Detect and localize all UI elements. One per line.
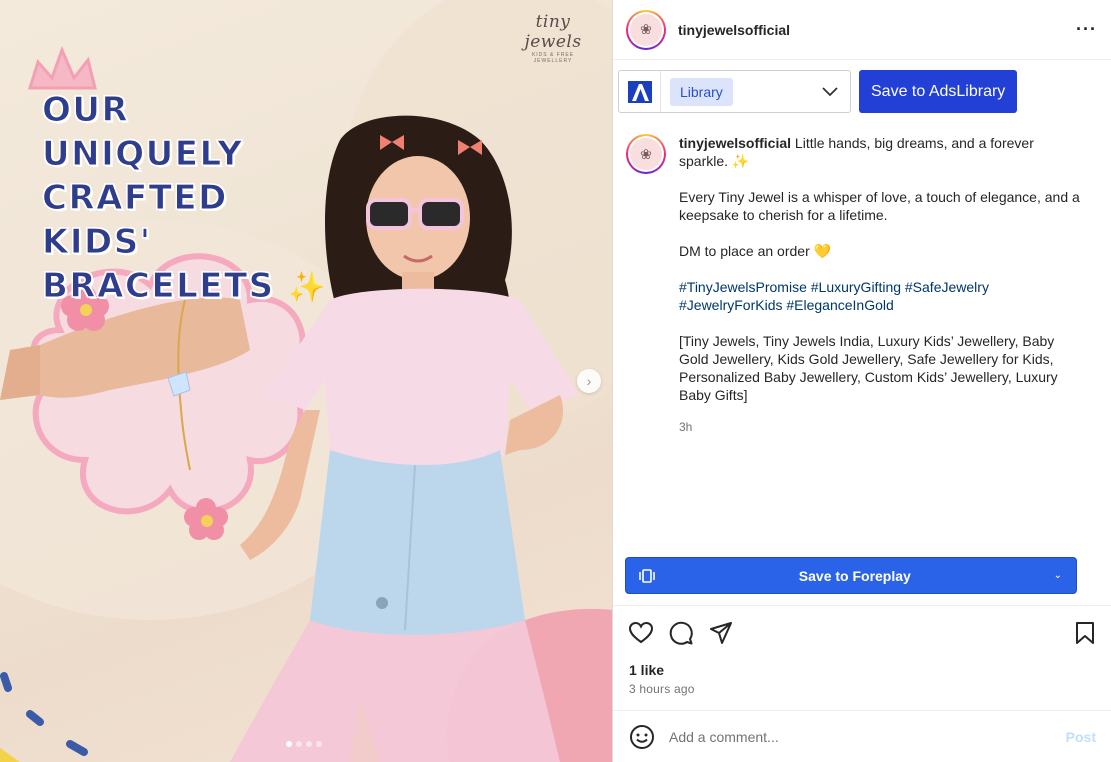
carousel-indicator: [286, 741, 322, 747]
carousel-dot: [286, 741, 292, 747]
author-username[interactable]: tinyjewelsofficial: [678, 22, 790, 38]
caption-hashtags[interactable]: #TinyJewelsPromise #LuxuryGifting #SafeJ…: [679, 278, 1083, 314]
caption-body: tinyjewelsofficial Little hands, big dre…: [679, 134, 1083, 436]
carousel-next-button[interactable]: ›: [577, 369, 601, 393]
sparkle-icon: ✨: [288, 270, 327, 305]
avatar[interactable]: ❀: [626, 134, 666, 174]
foreplay-label: Save to Foreplay: [798, 567, 911, 584]
lotus-icon: ❀: [630, 13, 662, 46]
caption-paragraph: Every Tiny Jewel is a whisper of love, a…: [679, 189, 1080, 223]
heart-icon[interactable]: [628, 620, 654, 646]
ads-library-toolbar: Library Save to AdsLibrary: [618, 70, 1018, 113]
post-time: 3 hours ago: [629, 682, 695, 696]
caption-timestamp[interactable]: 3h: [679, 418, 1083, 436]
save-to-adslibrary-button[interactable]: Save to AdsLibrary: [859, 70, 1018, 113]
carousel-dot: [316, 741, 322, 747]
divider: [613, 605, 1111, 606]
chevron-right-icon: ›: [586, 373, 592, 389]
brand-name: tiny jewels: [524, 12, 582, 52]
emoji-icon[interactable]: [629, 724, 655, 750]
post-details-panel: ❀ tinyjewelsofficial ··· Library Save to…: [612, 0, 1111, 762]
brand-logo: tiny jewels KIDS & FREE JEWELLERY: [512, 12, 594, 64]
carousel-dot: [296, 741, 302, 747]
share-icon[interactable]: [708, 620, 734, 646]
brand-tagline: KIDS & FREE JEWELLERY: [531, 52, 575, 64]
bookmark-icon[interactable]: [1072, 620, 1098, 646]
comment-bar: Add a comment... Post: [613, 710, 1111, 762]
caption-keywords: [Tiny Jewels, Tiny Jewels India, Luxury …: [679, 333, 1058, 403]
caption-paragraph: DM to place an order 💛: [679, 243, 832, 259]
post-header: ❀ tinyjewelsofficial ···: [613, 0, 1111, 60]
post-actions: [628, 620, 1098, 646]
lotus-icon: ❀: [630, 138, 662, 170]
caption-username[interactable]: tinyjewelsofficial: [679, 135, 791, 151]
post-comment-button[interactable]: Post: [1066, 729, 1096, 745]
post-media[interactable]: tiny jewels KIDS & FREE JEWELLERY OUR UN…: [0, 0, 612, 762]
like-count[interactable]: 1 like: [629, 662, 664, 678]
adslibrary-logo-icon: [619, 71, 661, 112]
foreplay-icon: [639, 568, 655, 583]
carousel-dot: [306, 741, 312, 747]
chevron-down-icon[interactable]: ⌄: [1054, 570, 1062, 581]
save-to-foreplay-button[interactable]: Save to Foreplay ⌄: [625, 557, 1077, 594]
ad-headline: OUR UNIQUELY CRAFTED KIDS' BRACELETS ✨: [42, 88, 342, 310]
chevron-down-icon: [822, 86, 838, 96]
avatar[interactable]: ❀: [626, 9, 666, 50]
ellipsis-icon[interactable]: ···: [1076, 19, 1097, 40]
post-caption: ❀ tinyjewelsofficial Little hands, big d…: [626, 134, 1096, 436]
library-select[interactable]: Library: [618, 70, 851, 113]
headline-text: OUR UNIQUELY CRAFTED KIDS' BRACELETS: [42, 90, 275, 307]
comment-icon[interactable]: [668, 620, 694, 646]
library-selected-value: Library: [670, 77, 733, 106]
comment-input[interactable]: Add a comment...: [669, 729, 1066, 745]
